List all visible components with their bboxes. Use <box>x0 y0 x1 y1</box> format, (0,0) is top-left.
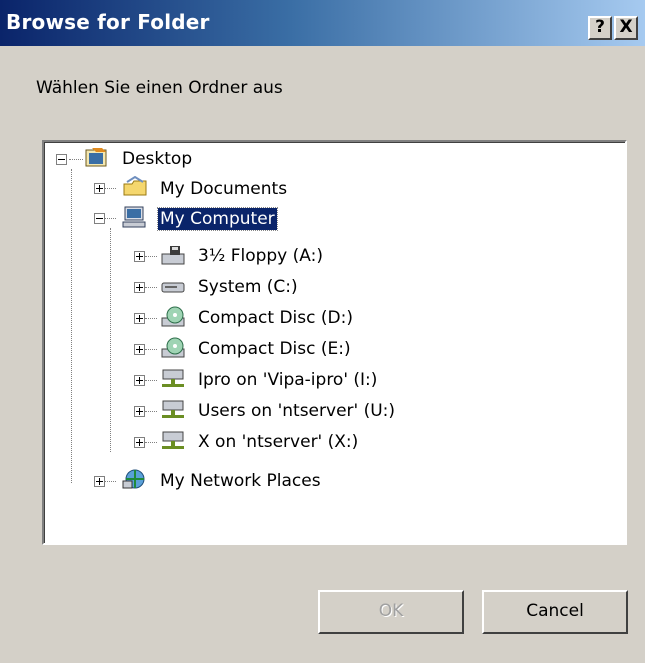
expand-toggle[interactable] <box>134 406 145 417</box>
expand-toggle[interactable] <box>134 344 145 355</box>
tree-item-ipro-i[interactable]: Ipro on 'Vipa-ipro' (I:) <box>196 369 379 391</box>
my-computer-icon <box>122 206 148 228</box>
tree-item-network-places[interactable]: My Network Places <box>158 470 323 492</box>
collapse-toggle[interactable] <box>56 154 67 165</box>
tree-line <box>69 159 83 160</box>
tree-line <box>145 411 157 412</box>
hard-drive-icon <box>160 276 186 298</box>
cd-drive-icon <box>160 337 186 359</box>
tree-line <box>145 349 157 350</box>
tree-line <box>145 318 157 319</box>
window-title: Browse for Folder <box>6 10 210 34</box>
network-drive-icon <box>160 399 186 421</box>
tree-item-my-documents[interactable]: My Documents <box>158 178 289 200</box>
folder-tree[interactable]: Desktop My Documents My Computer 3½ Flop… <box>42 140 627 545</box>
tree-line <box>71 169 72 483</box>
expand-toggle[interactable] <box>134 313 145 324</box>
network-drive-icon <box>160 368 186 390</box>
expand-toggle[interactable] <box>94 183 105 194</box>
network-places-icon <box>122 468 148 490</box>
tree-item-floppy[interactable]: 3½ Floppy (A:) <box>196 245 325 267</box>
tree-item-system-c[interactable]: System (C:) <box>196 276 300 298</box>
tree-line <box>110 228 111 452</box>
cancel-button[interactable]: Cancel <box>482 590 628 634</box>
tree-item-cd-d[interactable]: Compact Disc (D:) <box>196 307 355 329</box>
tree-item-my-computer[interactable]: My Computer <box>157 207 278 231</box>
help-button[interactable]: ? <box>588 16 612 40</box>
expand-toggle[interactable] <box>134 375 145 386</box>
expand-toggle[interactable] <box>134 251 145 262</box>
expand-toggle[interactable] <box>134 437 145 448</box>
tree-item-cd-e[interactable]: Compact Disc (E:) <box>196 338 353 360</box>
tree-line <box>145 256 157 257</box>
ok-button[interactable]: OK <box>318 590 464 634</box>
cd-drive-icon <box>160 306 186 328</box>
title-bar[interactable]: Browse for Folder ? X <box>0 0 645 46</box>
tree-item-x-x[interactable]: X on 'ntserver' (X:) <box>196 431 360 453</box>
browse-folder-dialog: Browse for Folder ? X Wählen Sie einen O… <box>0 0 645 663</box>
network-drive-icon <box>160 430 186 452</box>
tree-line <box>145 442 157 443</box>
expand-toggle[interactable] <box>94 476 105 487</box>
collapse-toggle[interactable] <box>94 213 105 224</box>
tree-line <box>145 380 157 381</box>
floppy-drive-icon <box>160 244 186 266</box>
tree-line <box>145 287 157 288</box>
my-documents-icon <box>122 175 148 198</box>
close-button[interactable]: X <box>614 16 638 40</box>
prompt-label: Wählen Sie einen Ordner aus <box>36 78 283 98</box>
expand-toggle[interactable] <box>134 282 145 293</box>
tree-item-users-u[interactable]: Users on 'ntserver' (U:) <box>196 400 397 422</box>
tree-item-desktop[interactable]: Desktop <box>120 148 194 170</box>
desktop-icon <box>84 146 110 168</box>
